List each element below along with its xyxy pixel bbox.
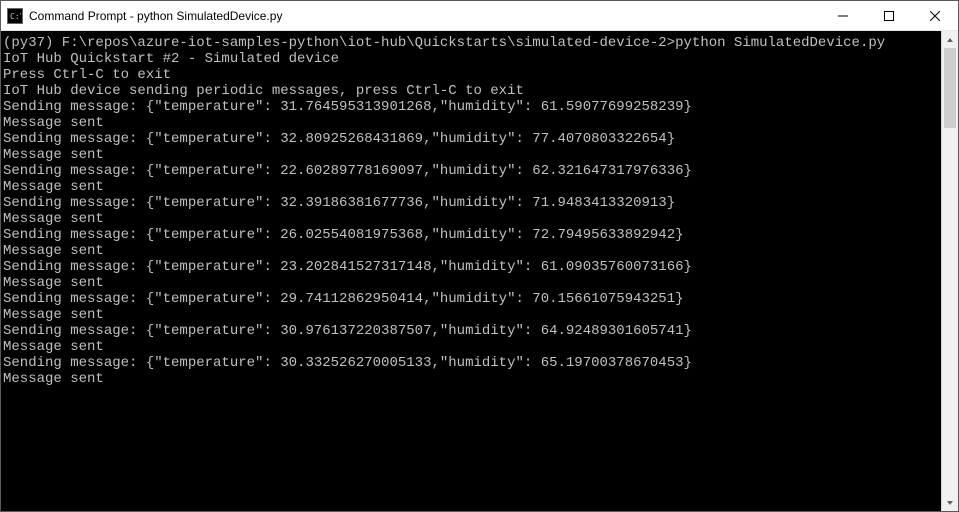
console-line: IoT Hub Quickstart #2 - Simulated device xyxy=(3,51,939,67)
scrollbar-up-arrow[interactable] xyxy=(942,31,958,48)
cmd-icon: C:\ xyxy=(7,8,23,24)
console-line: Message sent xyxy=(3,307,939,323)
console-line: Message sent xyxy=(3,147,939,163)
window-controls xyxy=(820,1,958,30)
console-line: Message sent xyxy=(3,115,939,131)
console-line: Sending message: {"temperature": 30.3325… xyxy=(3,355,939,371)
console-line: Message sent xyxy=(3,243,939,259)
svg-text:C:\: C:\ xyxy=(10,12,21,21)
console-line: Sending message: {"temperature": 32.3918… xyxy=(3,195,939,211)
command-prompt-window: C:\ Command Prompt - python SimulatedDev… xyxy=(0,0,959,512)
scrollbar-down-arrow[interactable] xyxy=(942,494,958,511)
scrollbar-thumb[interactable] xyxy=(944,48,956,128)
scrollbar-track[interactable] xyxy=(942,48,958,494)
console-line: Sending message: {"temperature": 23.2028… xyxy=(3,259,939,275)
maximize-button[interactable] xyxy=(866,1,912,30)
console-line: Sending message: {"temperature": 30.9761… xyxy=(3,323,939,339)
console-line: Message sent xyxy=(3,211,939,227)
titlebar[interactable]: C:\ Command Prompt - python SimulatedDev… xyxy=(1,1,958,31)
minimize-button[interactable] xyxy=(820,1,866,30)
vertical-scrollbar[interactable] xyxy=(941,31,958,511)
window-title: Command Prompt - python SimulatedDevice.… xyxy=(29,9,820,23)
console-line: Sending message: {"temperature": 31.7645… xyxy=(3,99,939,115)
console-line: Message sent xyxy=(3,339,939,355)
console-line: Sending message: {"temperature": 26.0255… xyxy=(3,227,939,243)
console-area: (py37) F:\repos\azure-iot-samples-python… xyxy=(1,31,958,511)
close-button[interactable] xyxy=(912,1,958,30)
console-line: Message sent xyxy=(3,179,939,195)
console-line: Message sent xyxy=(3,275,939,291)
prompt-line: (py37) F:\repos\azure-iot-samples-python… xyxy=(3,35,939,51)
console-line: Sending message: {"temperature": 29.7411… xyxy=(3,291,939,307)
console-line: IoT Hub device sending periodic messages… xyxy=(3,83,939,99)
console-line: Press Ctrl-C to exit xyxy=(3,67,939,83)
console-line: Sending message: {"temperature": 22.6028… xyxy=(3,163,939,179)
console-content[interactable]: (py37) F:\repos\azure-iot-samples-python… xyxy=(1,31,941,511)
console-line: Sending message: {"temperature": 32.8092… xyxy=(3,131,939,147)
console-line: Message sent xyxy=(3,371,939,387)
